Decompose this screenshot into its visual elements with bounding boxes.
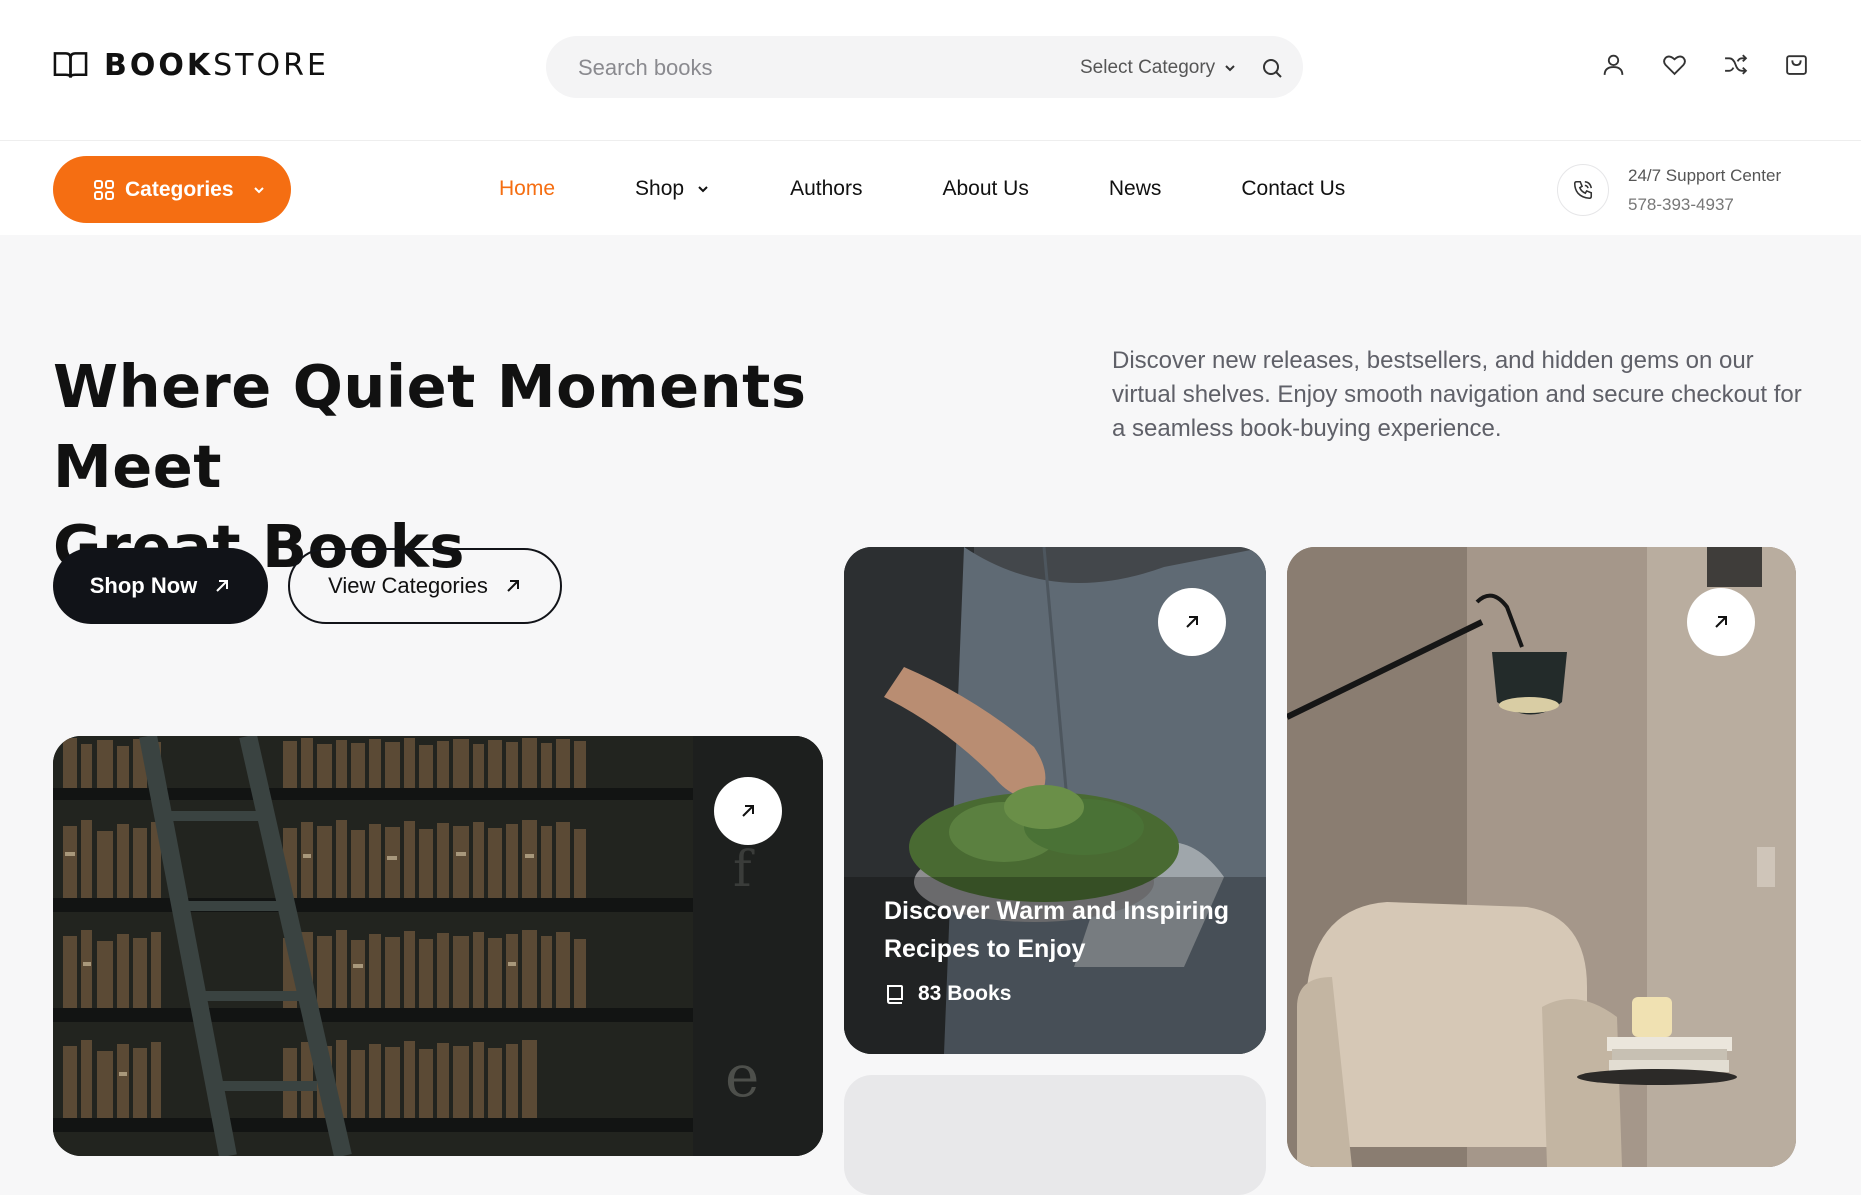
logo[interactable]: BOOKSTORE [53, 48, 329, 83]
nav-link-label: Authors [790, 177, 863, 200]
header-actions [1601, 52, 1809, 77]
nav-link-about[interactable]: About Us [942, 177, 1028, 201]
search-icon[interactable] [1260, 56, 1284, 80]
view-categories-label: View Categories [328, 573, 488, 598]
svg-text:e: e [725, 1042, 759, 1110]
category-select[interactable]: Select Category [1080, 57, 1237, 79]
library-image: f e [53, 736, 823, 1156]
phone-icon [1573, 180, 1593, 200]
logo-text: BOOKSTORE [104, 48, 329, 83]
recipes-card-caption: Discover Warm and Inspiring Recipes to E… [884, 892, 1244, 1006]
cart-icon[interactable] [1784, 52, 1809, 77]
shop-now-label: Shop Now [89, 573, 198, 598]
heart-icon[interactable] [1662, 52, 1687, 77]
recipes-card-meta: 83 Books [884, 982, 1244, 1006]
recipes-card-arrow-button[interactable] [1158, 588, 1226, 656]
book-open-icon [53, 52, 88, 78]
support-icon-wrapper [1557, 164, 1609, 216]
nav-link-label: Contact Us [1241, 177, 1346, 200]
library-card[interactable]: f e [53, 736, 823, 1156]
nav-link-label: Home [499, 177, 556, 200]
logo-text-bold: BOOK [104, 47, 214, 83]
support-phone[interactable]: 578-393-4937 [1628, 195, 1734, 215]
user-icon[interactable] [1601, 52, 1626, 77]
categories-button-label: Categories [125, 177, 234, 201]
arrow-up-right-icon [216, 580, 229, 592]
recipes-card-title: Discover Warm and Inspiring Recipes to E… [884, 897, 1229, 963]
nav-link-label: Shop [635, 177, 685, 200]
support-center[interactable]: 24/7 Support Center 578-393-4937 [1557, 162, 1809, 216]
library-card-arrow-button[interactable] [714, 777, 782, 845]
recipes-card-count: 83 Books [918, 982, 1012, 1005]
logo-text-light: STORE [213, 47, 329, 83]
chevron-down-icon [698, 186, 708, 193]
nav-link-news[interactable]: News [1109, 177, 1162, 201]
hero-description: Discover new releases, bestsellers, and … [1112, 347, 1802, 442]
reading-corner-card-arrow-button[interactable] [1687, 588, 1755, 656]
shop-now-button[interactable]: Shop Now [53, 548, 268, 624]
view-categories-button[interactable]: View Categories [288, 548, 562, 624]
nav-links: Home Shop Authors About Us News Contact … [499, 177, 1425, 201]
hero-title-line1: Where Quiet Moments Meet [53, 352, 807, 501]
arrow-up-right-icon [742, 805, 754, 817]
support-title: 24/7 Support Center [1628, 166, 1782, 185]
nav-link-home[interactable]: Home [499, 177, 555, 201]
nav-link-contact[interactable]: Contact Us [1241, 177, 1345, 201]
book-icon [887, 985, 903, 1004]
nav-link-shop[interactable]: Shop [635, 177, 710, 201]
site-header: BOOKSTORE Search books Select Category [0, 0, 1861, 141]
main-nav: Categories Home Shop Authors About Us Ne… [0, 141, 1861, 235]
search-input[interactable]: Search books [578, 55, 713, 81]
category-select-label: Select Category [1080, 57, 1216, 78]
arrow-up-right-icon [1186, 616, 1198, 628]
chevron-down-icon [1225, 65, 1235, 72]
nav-link-authors[interactable]: Authors [790, 177, 862, 201]
shuffle-icon[interactable] [1723, 52, 1748, 77]
arrow-up-right-icon [1715, 616, 1727, 628]
categories-button[interactable]: Categories [53, 156, 291, 223]
arrow-up-right-icon [507, 580, 519, 592]
grid-icon [94, 179, 114, 200]
nav-link-label: News [1108, 177, 1162, 200]
search-bar: Search books Select Category [546, 36, 1303, 98]
placeholder-card [844, 1075, 1266, 1195]
recipes-card[interactable]: Discover Warm and Inspiring Recipes to E… [844, 547, 1266, 1054]
nav-link-label: About Us [942, 177, 1029, 200]
reading-corner-card[interactable] [1287, 547, 1796, 1167]
chevron-down-icon [253, 186, 264, 193]
